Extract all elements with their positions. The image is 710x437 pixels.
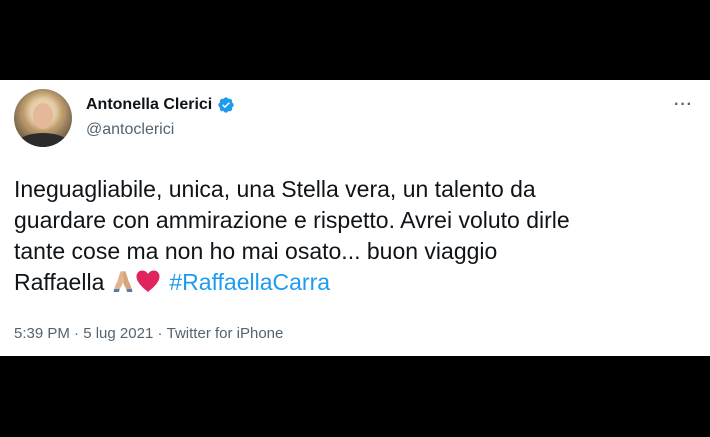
hashtag-link[interactable]: #RaffaellaCarra	[169, 269, 330, 295]
tweet-source[interactable]: Twitter for iPhone	[167, 325, 284, 342]
user-handle[interactable]: @antoclerici	[86, 121, 174, 139]
display-name[interactable]: Antonella Clerici	[86, 96, 212, 114]
tweet-line: Ineguagliabile, unica, una Stella vera, …	[14, 176, 536, 202]
tweet-date[interactable]: 5 lug 2021	[83, 325, 153, 342]
tweet-line-last: Raffaella #RaffaellaCarra	[14, 267, 654, 298]
avatar-face	[33, 103, 53, 129]
tweet-line: tante cose ma non ho mai osato... buon v…	[14, 238, 498, 264]
verified-badge-icon	[218, 97, 234, 113]
avatar-shoulders	[16, 133, 70, 147]
tweet-meta: 5:39 PM · 5 lug 2021 · Twitter for iPhon…	[14, 325, 283, 342]
red-heart-emoji	[136, 270, 160, 292]
tweet-card: Antonella Clerici @antoclerici ··· Inegu…	[0, 80, 710, 356]
tweet-line: guardare con ammirazione e rispetto. Avr…	[14, 207, 570, 233]
avatar[interactable]	[14, 89, 72, 147]
meta-separator: ·	[157, 325, 163, 342]
author-name-row: Antonella Clerici	[86, 96, 235, 114]
tweet-text: Ineguagliabile, unica, una Stella vera, …	[14, 174, 654, 298]
tweet-time[interactable]: 5:39 PM	[14, 325, 70, 342]
more-options-icon[interactable]: ···	[674, 96, 693, 114]
meta-separator: ·	[74, 325, 80, 342]
folded-hands-emoji	[113, 271, 133, 292]
tweet-line-text: Raffaella	[14, 269, 105, 295]
